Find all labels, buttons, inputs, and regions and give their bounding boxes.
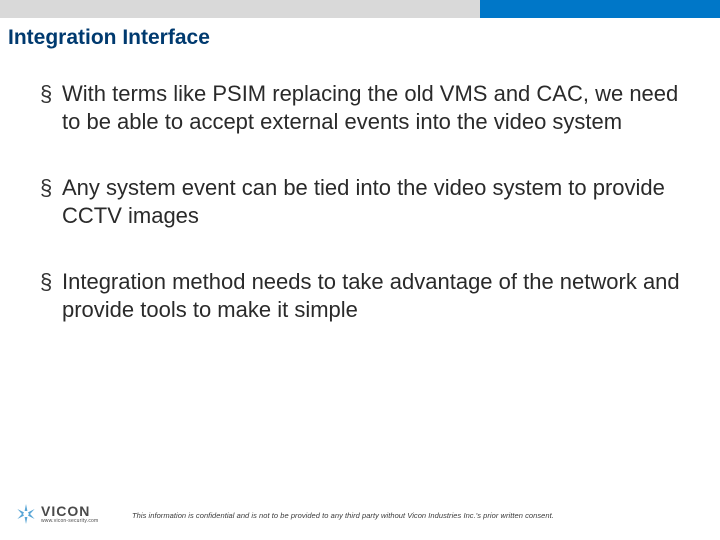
bullet-text: With terms like PSIM replacing the old V…	[62, 80, 680, 136]
bullet-list: § With terms like PSIM replacing the old…	[40, 80, 680, 362]
bullet-item: § Integration method needs to take advan…	[40, 268, 680, 324]
bullet-text: Integration method needs to take advanta…	[62, 268, 680, 324]
asterisk-icon	[14, 502, 38, 526]
footer: VICON www.vicon-security.com This inform…	[0, 490, 720, 540]
header-bar	[0, 0, 720, 18]
bullet-marker-icon: §	[40, 80, 62, 108]
bullet-item: § With terms like PSIM replacing the old…	[40, 80, 680, 136]
logo-name: VICON	[41, 505, 98, 518]
slide: Integration Interface § With terms like …	[0, 0, 720, 540]
vicon-logo: VICON www.vicon-security.com	[14, 502, 98, 526]
header-grey-segment	[0, 0, 480, 18]
logo-text: VICON www.vicon-security.com	[41, 505, 98, 524]
bullet-marker-icon: §	[40, 174, 62, 202]
logo-url: www.vicon-security.com	[41, 518, 98, 524]
header-blue-segment	[480, 0, 720, 18]
bullet-marker-icon: §	[40, 268, 62, 296]
confidentiality-disclaimer: This information is confidential and is …	[132, 511, 554, 520]
bullet-text: Any system event can be tied into the vi…	[62, 174, 680, 230]
slide-title: Integration Interface	[8, 26, 210, 50]
bullet-item: § Any system event can be tied into the …	[40, 174, 680, 230]
